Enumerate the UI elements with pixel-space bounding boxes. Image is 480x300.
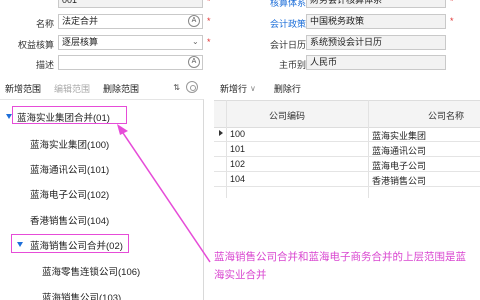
highlight-box-root xyxy=(12,106,127,124)
system-label[interactable]: 核算体系 xyxy=(252,0,306,9)
required-mark: * xyxy=(450,16,454,26)
table-row[interactable]: 104 香港销售公司 xyxy=(214,173,480,187)
highlight-box-sub xyxy=(11,234,129,253)
cell-name[interactable]: 香港销售公司 xyxy=(372,174,426,187)
cell-code[interactable]: 101 xyxy=(230,144,245,154)
tree-node[interactable]: 蓝海零售连锁公司(106) xyxy=(42,264,140,278)
table-row[interactable]: 100 蓝海实业集团 xyxy=(214,128,480,142)
required-mark: * xyxy=(207,37,211,47)
gear-icon[interactable] xyxy=(186,81,198,93)
tree-node[interactable]: 蓝海电子公司(102) xyxy=(30,187,109,201)
tree-node[interactable]: 蓝海销售公司(103) xyxy=(42,290,121,300)
edit-scope-button[interactable]: 编辑范围 xyxy=(54,82,90,95)
scope-toolbar: 新增范围 编辑范围 删除范围 ⇅ xyxy=(0,79,204,97)
row-selector-icon xyxy=(219,130,223,136)
tree-node[interactable]: 香港销售公司(104) xyxy=(30,213,109,227)
description-label: 描述 xyxy=(35,60,54,70)
member-toolbar: 新增行 ∨ 删除行 xyxy=(210,79,480,97)
delete-row-button[interactable]: 删除行 xyxy=(274,82,301,95)
sort-icon[interactable]: ⇅ xyxy=(173,83,180,92)
calendar-label: 会计日历 xyxy=(269,40,306,50)
policy-label[interactable]: 会计政策 xyxy=(252,17,306,30)
grid-header: 公司编码 公司名称 xyxy=(214,100,480,128)
new-row-button[interactable]: 新增行 xyxy=(220,82,247,95)
description-field[interactable] xyxy=(58,55,203,70)
required-mark: * xyxy=(450,0,454,6)
cell-name[interactable]: 蓝海电子公司 xyxy=(372,159,426,172)
scope-tree: 蓝海实业集团合并(01) 蓝海实业集团(100) 蓝海通讯公司(101) 蓝海电… xyxy=(0,99,204,300)
currency-label: 主币别 xyxy=(278,60,306,70)
tree-node[interactable]: 蓝海通讯公司(101) xyxy=(30,162,109,176)
annotation-text: 蓝海销售公司合并和蓝海电子商务合并的上层范围是蓝海实业合并 xyxy=(214,251,466,281)
chevron-down-icon[interactable]: ∨ xyxy=(250,84,256,93)
cell-name[interactable]: 蓝海实业集团 xyxy=(372,129,426,142)
required-mark: * xyxy=(207,16,211,26)
cell-code[interactable]: 102 xyxy=(230,159,245,169)
equity-method-select[interactable]: 逐层核算 xyxy=(58,35,203,50)
table-row[interactable]: 101 蓝海通讯公司 xyxy=(214,143,480,157)
cell-code[interactable]: 100 xyxy=(230,129,245,139)
multilang-icon[interactable]: A xyxy=(188,15,200,27)
consolidation-form: 001 * 核算体系 财务会计核算体系 * 名称 法定合并 A * 会计政策 中… xyxy=(0,0,480,76)
name-label: 名称 xyxy=(35,19,54,29)
calendar-field[interactable]: 系统预设会计日历 xyxy=(306,35,446,50)
table-row[interactable]: 102 蓝海电子公司 xyxy=(214,158,480,172)
name-field[interactable]: 法定合并 xyxy=(58,14,203,29)
delete-scope-button[interactable]: 删除范围 xyxy=(103,82,139,95)
new-scope-button[interactable]: 新增范围 xyxy=(5,82,41,95)
currency-field[interactable]: 人民币 xyxy=(306,55,446,70)
equity-method-label: 权益核算 xyxy=(17,40,54,50)
cell-name[interactable]: 蓝海通讯公司 xyxy=(372,144,426,157)
member-grid: 公司编码 公司名称 100 蓝海实业集团 101 蓝海通讯公司 102 蓝海电子… xyxy=(214,100,480,198)
column-header-code[interactable]: 公司编码 xyxy=(269,109,305,122)
system-field[interactable]: 财务会计核算体系 xyxy=(306,0,446,8)
column-header-name[interactable]: 公司名称 xyxy=(428,109,464,122)
required-mark: * xyxy=(207,0,211,6)
policy-field[interactable]: 中国税务政策 xyxy=(306,14,446,29)
cell-code[interactable]: 104 xyxy=(230,174,245,184)
chevron-down-icon[interactable]: ⌄ xyxy=(192,37,199,46)
multilang-icon[interactable]: A xyxy=(188,56,200,68)
code-field[interactable]: 001 xyxy=(58,0,203,8)
tree-node[interactable]: 蓝海实业集团(100) xyxy=(30,137,109,151)
